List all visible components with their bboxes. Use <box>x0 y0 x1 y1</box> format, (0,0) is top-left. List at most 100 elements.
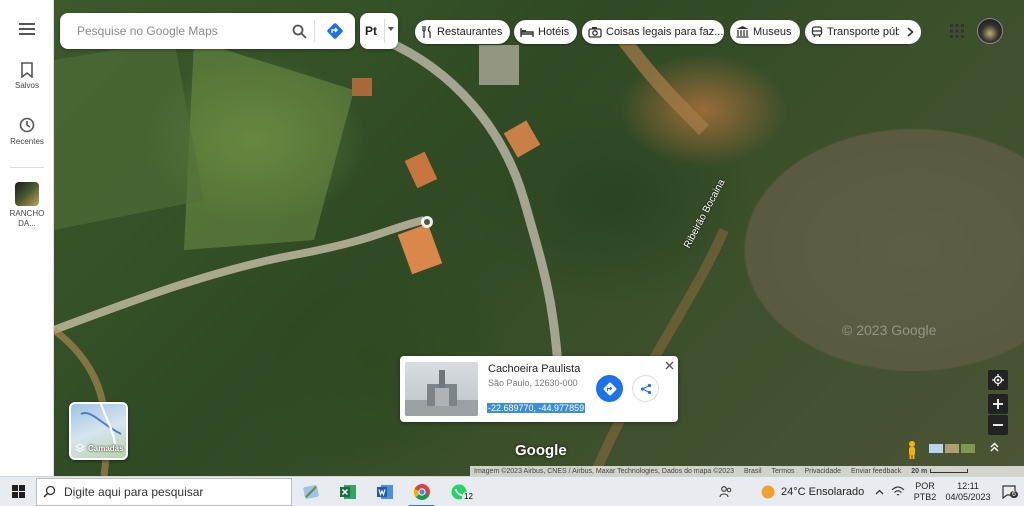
chip-museums[interactable]: Museus <box>730 20 800 44</box>
search-box[interactable]: Pesquise no Google Maps <box>60 13 355 49</box>
place-title: Cachoeira Paulista <box>488 363 581 375</box>
directions-icon <box>327 23 343 39</box>
zoom-in-button[interactable] <box>988 394 1008 414</box>
windows-logo-icon <box>11 485 25 498</box>
left-rail: Salvos Recentes RANCHO DA... <box>0 0 54 476</box>
scale-label: 20 m <box>911 467 928 475</box>
taskbar-app-whatsapp[interactable]: 12 <box>440 477 477 506</box>
card-directions-button[interactable] <box>596 375 623 402</box>
input-tools-button[interactable]: Pt <box>360 13 398 49</box>
tray-overflow-button[interactable] <box>870 489 888 495</box>
windows-taskbar: Digite aqui para pesquisar 12 24°C Ensol… <box>0 476 1024 506</box>
excel-icon <box>339 484 356 499</box>
people-button[interactable] <box>698 485 754 499</box>
chip-restaurants[interactable]: Restaurantes <box>415 20 511 44</box>
transit-icon <box>811 26 823 38</box>
weather-text: 24°C Ensolarado <box>781 486 865 498</box>
expand-imagery-button[interactable] <box>990 442 999 455</box>
place-coordinates[interactable]: -22.689770, -44.977859 <box>487 403 586 413</box>
system-tray: 24°C Ensolarado POR PTB2 12:11 04/05/202… <box>698 477 1024 506</box>
place-photo-image <box>405 370 478 416</box>
chip-label: Restaurantes <box>437 26 503 38</box>
search-input[interactable]: Pesquise no Google Maps <box>60 24 284 38</box>
terms-link[interactable]: Termos <box>772 468 795 475</box>
start-button[interactable] <box>0 477 36 506</box>
keyboard-layout: PTB2 <box>913 492 937 502</box>
clock[interactable]: 12:11 04/05/2023 <box>942 481 994 503</box>
notifications-button[interactable]: 6 <box>994 485 1024 499</box>
map-tile-thumb[interactable] <box>929 444 943 453</box>
taskbar-app-chrome[interactable] <box>403 477 440 506</box>
language-code: POR <box>915 481 935 491</box>
feedback-link[interactable]: Enviar feedback <box>851 468 901 475</box>
saved-button[interactable]: Salvos <box>0 62 54 91</box>
bed-icon <box>520 28 534 37</box>
clock-time: 12:11 <box>957 481 979 491</box>
fork-knife-icon <box>422 26 431 38</box>
taskbar-app-word[interactable] <box>366 477 403 506</box>
rail-divider <box>10 167 44 168</box>
bookmark-icon <box>21 62 33 78</box>
layers-icon <box>75 443 85 453</box>
my-location-button[interactable] <box>988 370 1008 390</box>
place-label: RANCHO DA... <box>9 209 45 228</box>
taskbar-app-paint[interactable] <box>292 477 329 506</box>
imagery-tiles[interactable] <box>929 444 975 453</box>
network-button[interactable] <box>888 486 908 498</box>
menu-button[interactable] <box>0 23 54 35</box>
card-close-button[interactable] <box>665 358 674 373</box>
hamburger-icon <box>19 23 35 35</box>
chip-hotels[interactable]: Hotéis <box>514 20 578 44</box>
chip-label: Coisas legais para faz... <box>606 26 724 38</box>
chip-things-to-do[interactable]: Coisas legais para faz... <box>582 20 724 44</box>
place-info-card[interactable]: Cachoeira Paulista São Paulo, 12630-000 … <box>400 356 678 422</box>
satellite-tile-thumb[interactable] <box>961 444 975 453</box>
paint-app-icon <box>302 484 319 499</box>
pegman-icon[interactable] <box>904 440 920 460</box>
google-maps-window: Ribeirão Bocaina © 2023 Google Salvos Re… <box>0 0 1024 506</box>
chip-label: Transporte púb <box>827 26 902 38</box>
account-avatar[interactable] <box>977 18 1003 44</box>
search-icon <box>43 485 56 498</box>
place-thumbnail <box>15 182 39 206</box>
camera-icon <box>588 27 602 38</box>
imagery-attribution: Imagem ©2023 Airbus, CNES / Airbus, Maxa… <box>474 467 734 475</box>
input-language-button[interactable]: POR PTB2 <box>908 481 942 503</box>
directions-icon <box>603 382 616 395</box>
people-icon <box>719 486 732 498</box>
google-logo: Google <box>515 442 567 459</box>
museum-icon <box>736 26 749 38</box>
map-scale[interactable]: 20 m <box>911 467 969 475</box>
plus-icon <box>993 399 1003 409</box>
sun-icon <box>761 485 775 499</box>
place-address: São Paulo, 12630-000 <box>488 378 578 388</box>
search-button[interactable] <box>284 13 314 49</box>
terrain-tile-thumb[interactable] <box>945 444 959 453</box>
country-link[interactable]: Brasil <box>744 468 762 475</box>
taskbar-app-excel[interactable] <box>329 477 366 506</box>
network-icon <box>891 486 905 496</box>
clock-date: 04/05/2023 <box>945 492 991 502</box>
weather-widget[interactable]: 24°C Ensolarado <box>760 484 870 500</box>
recent-button[interactable]: Recentes <box>0 116 54 147</box>
notification-count: 6 <box>1010 491 1018 498</box>
saved-label: Salvos <box>14 81 39 90</box>
map-attribution-bar: Imagem ©2023 Airbus, CNES / Airbus, Maxa… <box>470 466 1024 476</box>
input-tools-divider <box>384 19 385 43</box>
place-photo[interactable] <box>405 362 478 416</box>
layers-preview-map <box>80 404 122 445</box>
search-icon <box>292 24 307 39</box>
directions-button[interactable] <box>315 13 355 49</box>
apps-grid-icon[interactable] <box>948 22 966 40</box>
taskbar-search[interactable]: Digite aqui para pesquisar <box>36 477 292 506</box>
privacy-link[interactable]: Privacidade <box>804 468 841 475</box>
crosshair-icon <box>992 374 1004 386</box>
recent-place-button[interactable]: RANCHO DA... <box>0 182 54 229</box>
card-share-button[interactable] <box>632 375 659 402</box>
layers-button[interactable]: Camadas <box>69 402 128 460</box>
zoom-out-button[interactable] <box>988 415 1008 435</box>
chip-label: Hotéis <box>538 26 570 38</box>
taskbar-search-placeholder: Digite aqui para pesquisar <box>64 484 204 499</box>
chevron-down-icon[interactable] <box>388 27 394 31</box>
input-tools-label: Pt <box>365 24 377 38</box>
